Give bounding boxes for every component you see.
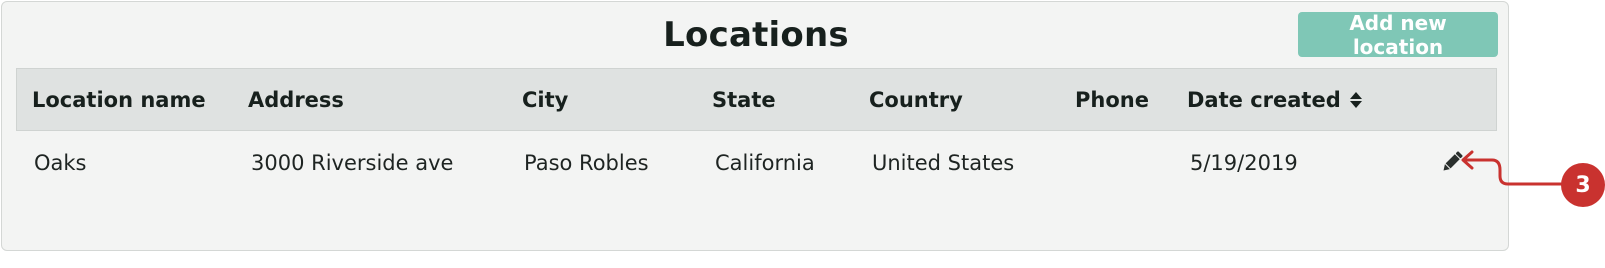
- column-header-location-name[interactable]: Location name: [32, 69, 206, 130]
- column-header-phone[interactable]: Phone: [1075, 69, 1149, 130]
- page-title: Locations: [663, 15, 849, 55]
- sort-icon[interactable]: [1349, 90, 1363, 110]
- cell-country: United States: [872, 150, 1015, 175]
- column-header-date-created-label: Date created: [1187, 87, 1341, 112]
- column-header-state[interactable]: State: [712, 69, 776, 130]
- table-header: Location name Address City State Country…: [16, 68, 1497, 131]
- locations-table: Location name Address City State Country…: [16, 68, 1497, 194]
- column-header-address[interactable]: Address: [248, 69, 344, 130]
- column-header-date-created[interactable]: Date created: [1187, 69, 1363, 130]
- cell-address: 3000 Riverside ave: [251, 150, 454, 175]
- add-new-location-button[interactable]: Add new location: [1298, 11, 1498, 59]
- cell-city: Paso Robles: [524, 150, 649, 175]
- cell-state: California: [715, 150, 815, 175]
- cell-location-name: Oaks: [34, 150, 87, 175]
- locations-panel: Locations Add new location Location name…: [1, 1, 1509, 251]
- annotation-badge: 3: [1561, 163, 1605, 207]
- table-row: Oaks 3000 Riverside ave Paso Robles Cali…: [16, 131, 1497, 194]
- callout-arrow: [1461, 150, 1564, 186]
- cell-date-created: 5/19/2019: [1190, 150, 1298, 175]
- column-header-country[interactable]: Country: [869, 69, 963, 130]
- column-header-city[interactable]: City: [522, 69, 568, 130]
